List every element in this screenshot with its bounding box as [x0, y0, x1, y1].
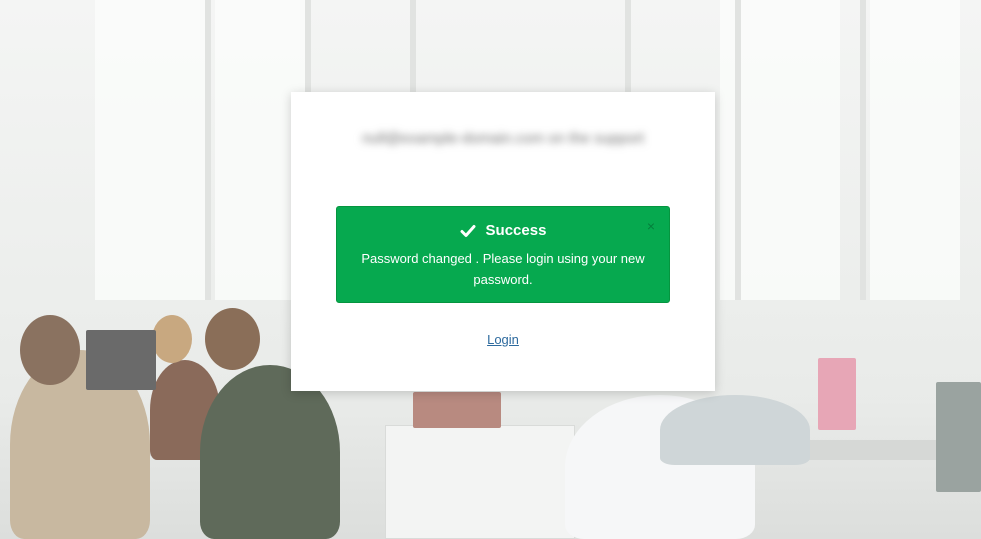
alert-header: Success: [337, 221, 669, 241]
login-link[interactable]: Login: [487, 332, 519, 347]
check-icon: [460, 225, 476, 237]
account-email-blurred: null@example-domain.com on the support: [361, 130, 645, 147]
password-reset-card: null@example-domain.com on the support S…: [291, 92, 715, 391]
login-link-container: Login: [291, 331, 715, 349]
alert-message: Password changed . Please login using yo…: [361, 251, 645, 287]
alert-title: Success: [485, 222, 547, 239]
close-icon[interactable]: ×: [645, 219, 657, 233]
success-alert: Success × Password changed . Please logi…: [336, 206, 670, 303]
